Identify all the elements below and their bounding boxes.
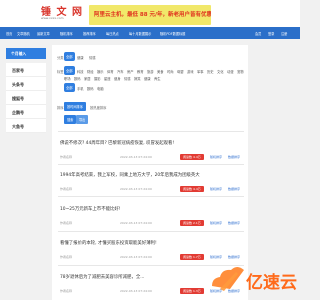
article-item[interactable]: 看懂了报价的本轮, 才懂买股东投资取能美好薄利! xyxy=(60,240,240,246)
nav-login[interactable]: 登录 xyxy=(268,31,274,36)
header: 锤 文 网 www.xxxx.com 阿里云主机，最低 88 元/年，新老用户皆… xyxy=(0,0,300,27)
tag-chip[interactable]: 摄影 xyxy=(94,76,101,81)
watermark-logo: 亿速云 xyxy=(212,267,297,293)
divider xyxy=(58,231,244,232)
main-nav: 首页 文章随机 最新文章 随机排序 推荐排序 每日热点 每十月数据展示 随机PD… xyxy=(0,27,300,39)
sidebar-item-toutiao[interactable]: 头条号 xyxy=(6,77,46,91)
article-date: 2022-03-13 07:24:00 xyxy=(120,221,152,225)
sort-by-time-button[interactable]: 按时间排序 xyxy=(64,102,86,111)
ad-banner-text: 阿里云主机，最低 88 元/年，新老用户皆有优惠! xyxy=(94,12,211,18)
cloud-icon xyxy=(212,267,244,291)
nav-item-pdf[interactable]: 随机PDF数据标题 xyxy=(160,31,185,36)
article-title[interactable]: 10~25万元新车上市不能比好! xyxy=(60,206,240,212)
article-title[interactable]: 看懂了报价的本轮, 才懂买股东投资取能美好薄利! xyxy=(60,240,240,246)
category-chip-all[interactable]: 全部 xyxy=(64,52,75,61)
search-button[interactable]: 搜索 xyxy=(64,115,77,124)
random-sort-link[interactable]: 随机排序 xyxy=(210,155,222,159)
tag-chip[interactable]: 健身 xyxy=(114,76,121,81)
tag-chip[interactable]: 宠物 xyxy=(237,69,244,74)
tag-chip[interactable]: 教育 xyxy=(137,69,144,74)
tag-chip[interactable]: 财经 xyxy=(87,69,94,74)
category-chip-health[interactable]: 健康 xyxy=(77,55,84,60)
subtag-chip[interactable]: 手机 xyxy=(77,86,84,91)
tag-chip[interactable]: 科技 xyxy=(77,69,84,74)
tag-chip[interactable]: 家居 xyxy=(84,76,91,81)
subtag-chip[interactable]: 数码 xyxy=(87,86,94,91)
tag-chip[interactable]: 娱乐 xyxy=(97,69,104,74)
article-item[interactable]: 佛说不修次? 44周年目? 巴黎新冠病疫恢复, 叹冒发起观看! xyxy=(60,140,240,146)
tag-chip[interactable]: 动漫 xyxy=(227,69,234,74)
subtag-chip[interactable]: 电脑 xyxy=(97,86,104,91)
read-count-badge: 阅读数 1.7万 xyxy=(180,254,204,260)
nav-item-random-sort[interactable]: 随机排序 xyxy=(60,31,73,36)
read-count-badge: 阅读数 4.4万 xyxy=(180,186,204,192)
tag-chip[interactable]: 历史 xyxy=(207,69,214,74)
read-count-badge: 阅读数 2.1万 xyxy=(180,220,204,226)
divider xyxy=(58,131,244,132)
tag-chip[interactable]: 搞笑 xyxy=(134,76,141,81)
tag-chip[interactable]: 旅游 xyxy=(147,69,154,74)
article-author: 作者名称 xyxy=(60,255,73,259)
watermark-text: 亿速云 xyxy=(246,272,297,293)
tag-chip-all[interactable]: 全部 xyxy=(64,66,75,75)
article-item[interactable]: 1994年高考结束，我上军校，同乘上地方大学，20年后我成为团级英大 xyxy=(60,172,240,178)
article-author: 作者名称 xyxy=(60,155,73,159)
site-url: www.xxxx.com xyxy=(41,16,64,20)
data-sort-link[interactable]: 数据排序 xyxy=(228,221,240,225)
tag-chip[interactable]: 文化 xyxy=(217,69,224,74)
article-date: 2022-03-13 07:24:00 xyxy=(120,289,152,293)
sidebar-item-baijia[interactable]: 百家号 xyxy=(6,63,46,77)
tag-chip[interactable]: 房产 xyxy=(127,69,134,74)
article-author: 作者名称 xyxy=(60,187,73,191)
subtag-chip-all[interactable]: 全部 xyxy=(64,83,75,92)
divider xyxy=(58,196,244,197)
nav-item-monthly[interactable]: 每十月数据展示 xyxy=(129,31,151,36)
nav-item-recommended[interactable]: 推荐排序 xyxy=(83,31,96,36)
article-title[interactable]: 1994年高考结束，我上军校，同乘上地方大学，20年后我成为团级英大 xyxy=(60,172,240,178)
article-author: 作者名称 xyxy=(60,289,73,293)
data-sort-link[interactable]: 数据排序 xyxy=(228,187,240,191)
sort-by-hot-button[interactable]: 按热度排序 xyxy=(90,105,106,110)
sidebar-item-dayu[interactable]: 大鱼号 xyxy=(6,119,46,133)
tag-chip[interactable]: 数码 xyxy=(74,76,81,81)
tag-chip[interactable]: 情感 xyxy=(124,76,131,81)
tag-chip[interactable]: 职场 xyxy=(64,76,71,81)
random-sort-link[interactable]: 随机排序 xyxy=(210,187,222,191)
tag-chip[interactable]: 军事 xyxy=(197,69,204,74)
article-date: 2022-03-13 07:24:00 xyxy=(120,155,152,159)
tag-chip[interactable]: 星座 xyxy=(104,76,111,81)
nav-item-home[interactable]: 首页 xyxy=(6,31,12,36)
divider xyxy=(58,164,244,165)
tag-chip[interactable]: 养生 xyxy=(154,76,161,81)
article-title[interactable]: 佛说不修次? 44周年目? 巴黎新冠病疫恢复, 叹冒发起观看! xyxy=(60,140,240,146)
article-date: 2022-03-13 07:24:00 xyxy=(120,187,152,191)
nav-register[interactable]: 注册 xyxy=(281,31,287,36)
sidebar-head: 个月输入 xyxy=(6,48,46,59)
article-author: 作者名称 xyxy=(60,221,73,225)
sidebar-item-penguin[interactable]: 企鹅号 xyxy=(6,105,46,119)
category-chip-emotion[interactable]: 情感 xyxy=(89,55,96,60)
article-date: 2022-03-13 07:24:00 xyxy=(120,255,152,259)
tag-chip[interactable]: 时尚 xyxy=(167,69,174,74)
tag-chip[interactable]: 美食 xyxy=(157,69,164,74)
tag-chip[interactable]: 母婴 xyxy=(177,69,184,74)
nav-item-random[interactable]: 文章随机 xyxy=(17,31,30,36)
tag-chip[interactable]: 汽车 xyxy=(117,69,124,74)
data-sort-link[interactable]: 数据排序 xyxy=(228,155,240,159)
read-count-badge: 阅读数 1.3万 xyxy=(180,288,204,294)
ad-banner[interactable]: 阿里云主机，最低 88 元/年，新老用户皆有优惠! xyxy=(89,5,211,25)
read-count-badge: 阅读数 4.4万 xyxy=(180,154,204,160)
tag-chip[interactable]: 健康 xyxy=(144,76,151,81)
tag-chip[interactable]: 游戏 xyxy=(187,69,194,74)
nav-member[interactable]: 会员 xyxy=(255,31,261,36)
nav-item-daily-hot[interactable]: 每日热点 xyxy=(106,31,119,36)
nav-item-latest[interactable]: 最新文章 xyxy=(37,31,50,36)
random-sort-link[interactable]: 随机排序 xyxy=(210,221,222,225)
export-button[interactable]: 导出 xyxy=(76,115,89,124)
sidebar-item-sohu[interactable]: 搜狐号 xyxy=(6,91,46,105)
tag-chip[interactable]: 体育 xyxy=(107,69,114,74)
article-item[interactable]: 10~25万元新车上市不能比好! xyxy=(60,206,240,212)
